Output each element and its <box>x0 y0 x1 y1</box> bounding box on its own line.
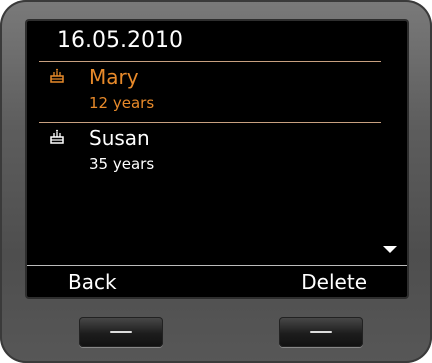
dash-icon <box>110 331 132 333</box>
contact-name: Susan <box>89 126 150 150</box>
contact-name: Mary <box>89 65 139 89</box>
delete-softkey-label[interactable]: Delete <box>301 266 367 297</box>
list-item-mary[interactable]: Mary 12 years <box>27 62 407 122</box>
softkey-bar: Back Delete <box>27 265 407 297</box>
list-item-susan[interactable]: Susan 35 years <box>27 123 407 183</box>
back-softkey-label[interactable]: Back <box>68 266 117 297</box>
display-screen: 16.05.2010 Mary 12 years Susan 35 years … <box>27 21 407 297</box>
screen-header: 16.05.2010 <box>27 21 407 60</box>
phone-device: 16.05.2010 Mary 12 years Susan 35 years … <box>0 0 432 363</box>
scroll-down-arrow-icon <box>383 246 397 253</box>
date-title: 16.05.2010 <box>57 28 183 53</box>
cake-icon <box>50 68 64 83</box>
contact-age: 12 years <box>89 94 155 112</box>
left-softkey-button[interactable] <box>79 317 163 347</box>
contact-age: 35 years <box>89 155 155 173</box>
right-softkey-button[interactable] <box>279 317 363 347</box>
dash-icon <box>310 331 332 333</box>
cake-icon <box>50 129 64 144</box>
